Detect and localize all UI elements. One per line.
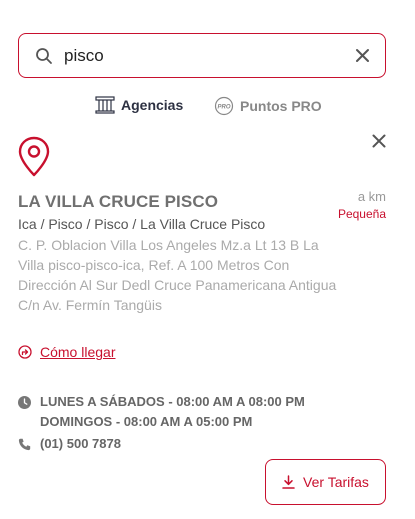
directions-label[interactable]: Cómo llegar xyxy=(40,344,115,360)
agency-address: C. P. Oblacion Villa Los Angeles Mz.a Lt… xyxy=(18,235,348,315)
directions-icon xyxy=(18,345,32,359)
agency-name: LA VILLA CRUCE PISCO xyxy=(18,192,219,211)
clear-search-icon[interactable] xyxy=(355,48,370,63)
agency-location-path: Ica / Pisco / Pisco / La Villa Cruce Pis… xyxy=(18,216,266,232)
close-icon[interactable] xyxy=(372,134,386,148)
tab-puntos-pro-label: Puntos PRO xyxy=(240,98,322,114)
phone-icon xyxy=(18,438,31,451)
ver-tarifas-label: Ver Tarifas xyxy=(303,474,369,490)
location-pin-icon xyxy=(18,136,50,177)
address-line: C. P. Oblacion Villa Los Angeles Mz.a Lt… xyxy=(18,237,319,253)
tabs: Agencias PRO Puntos PRO xyxy=(0,96,415,118)
hours-line: LUNES A SÁBADOS - 08:00 AM A 08:00 PM xyxy=(40,394,305,409)
hours-line: DOMINGOS - 08:00 AM A 05:00 PM xyxy=(40,414,253,429)
address-line: Dirección Al Sur Dedl Cruce Panamericana… xyxy=(18,277,337,293)
download-icon xyxy=(282,475,295,489)
search-input[interactable]: pisco xyxy=(64,46,104,66)
phone-number: (01) 500 7878 xyxy=(40,436,121,451)
search-box[interactable]: pisco xyxy=(18,33,386,78)
agency-hours: LUNES A SÁBADOS - 08:00 AM A 08:00 PM DO… xyxy=(18,392,305,432)
tab-agencias-label: Agencias xyxy=(121,97,184,113)
tab-agencias[interactable]: Agencias xyxy=(95,96,183,114)
agency-size-badge: Pequeña xyxy=(337,207,386,221)
building-icon xyxy=(95,96,115,114)
agency-phone: (01) 500 7878 xyxy=(18,435,121,453)
tab-puntos-pro[interactable]: PRO Puntos PRO xyxy=(214,96,322,116)
ver-tarifas-button[interactable]: Ver Tarifas xyxy=(265,459,386,505)
directions-link[interactable]: Cómo llegar xyxy=(18,344,115,360)
pro-badge-icon: PRO xyxy=(214,96,234,116)
clock-icon xyxy=(18,396,31,409)
agency-distance: a km xyxy=(357,189,386,204)
address-line: C/n Av. Fermín Tangüis xyxy=(18,297,162,313)
search-icon xyxy=(36,48,52,64)
address-line: Villa pisco-pisco-ica, Ref. A 100 Metros… xyxy=(18,257,290,273)
svg-text:PRO: PRO xyxy=(217,105,230,111)
